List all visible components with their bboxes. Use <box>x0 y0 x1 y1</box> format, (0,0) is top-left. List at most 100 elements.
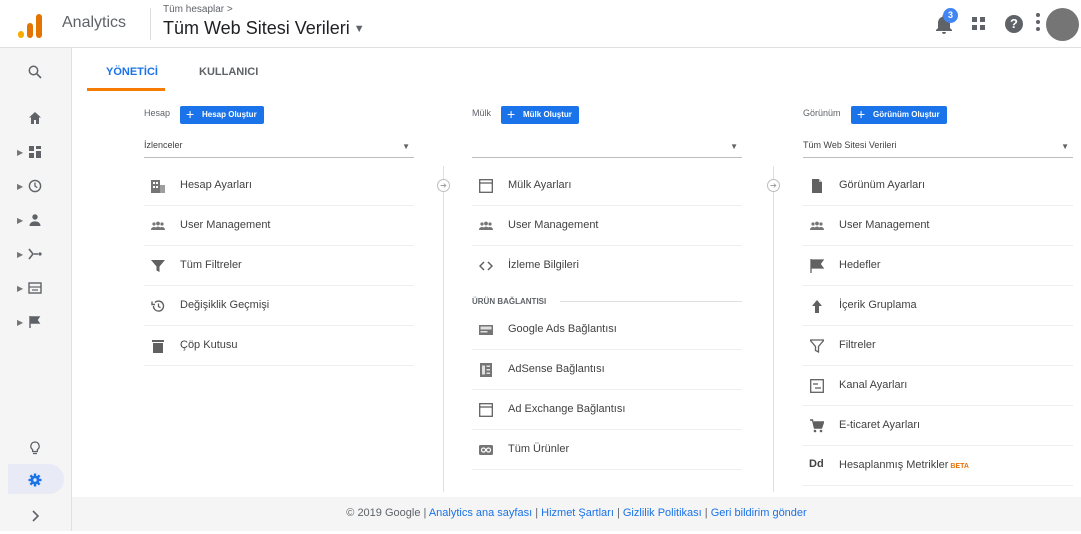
menu-item-view-settings[interactable]: Görünüm Ayarları <box>803 166 1073 206</box>
menu-item-adsense-link[interactable]: AdSense Bağlantısı <box>472 350 742 390</box>
chevron-right-icon <box>32 510 40 522</box>
menu-item-label: Google Ads Bağlantısı <box>508 323 617 335</box>
menu-item-account-settings[interactable]: Hesap Ayarları <box>144 166 414 206</box>
breadcrumb[interactable]: Tüm hesaplar > <box>163 4 233 15</box>
arrow-right-icon: ➔ <box>767 179 780 192</box>
footer-link-feedback[interactable]: Geri bildirim gönder <box>711 507 807 519</box>
caret-down-icon: ▼ <box>1061 142 1069 151</box>
more-vert-icon[interactable] <box>1036 13 1040 35</box>
property-selector[interactable]: Tüm Web Sitesi Verileri ▼ <box>163 18 365 39</box>
analytics-logo[interactable] <box>18 12 46 38</box>
create-property-label: Mülk Oluştur <box>523 110 572 119</box>
menu-item-change-history[interactable]: Değişiklik Geçmişi <box>144 286 414 326</box>
menu-item-content-grouping[interactable]: İçerik Gruplama <box>803 286 1073 326</box>
menu-item-label: Mülk Ayarları <box>508 179 572 191</box>
menu-item-calculated-metrics[interactable]: Dd Hesaplanmış Metrikler BETA <box>803 446 1073 486</box>
tab-user[interactable]: KULLANICI <box>199 66 258 78</box>
lightbulb-icon <box>30 441 40 455</box>
column-divider <box>443 166 444 492</box>
account-select[interactable]: İzlenceler ▼ <box>144 136 414 158</box>
menu-item-trash[interactable]: Çöp Kutusu <box>144 326 414 366</box>
people-icon <box>810 221 824 230</box>
help-icon[interactable]: ? <box>1005 15 1023 33</box>
person-icon <box>29 214 41 226</box>
menu-item-ecommerce-settings[interactable]: E-ticaret Ayarları <box>803 406 1073 446</box>
tab-admin[interactable]: YÖNETİCİ <box>106 66 158 78</box>
behavior-icon <box>28 282 42 294</box>
menu-item-property-settings[interactable]: Mülk Ayarları <box>472 166 742 206</box>
footer: © 2019 Google | Analytics ana sayfası | … <box>72 497 1081 531</box>
property-name: Tüm Web Sitesi Verileri <box>163 18 350 38</box>
view-select-value: Tüm Web Sitesi Verileri <box>803 140 897 150</box>
flag-icon <box>29 316 41 328</box>
expand-arrow-icon: ▶ <box>17 148 24 157</box>
sidebar-item-acquisition[interactable]: ▶ <box>0 238 72 272</box>
menu-item-property-user-management[interactable]: User Management <box>472 206 742 246</box>
create-view-label: Görünüm Oluştur <box>873 110 940 119</box>
header-divider <box>150 8 151 40</box>
menu-item-goals[interactable]: Hedefler <box>803 246 1073 286</box>
clock-icon <box>28 179 42 193</box>
sidebar-item-behavior[interactable]: ▶ <box>0 272 72 306</box>
adsense-icon <box>480 363 492 377</box>
expand-arrow-icon: ▶ <box>17 182 24 191</box>
apps-grid-icon[interactable] <box>972 17 986 31</box>
menu-item-google-ads-link[interactable]: Google Ads Bağlantısı <box>472 310 742 350</box>
plus-icon: + <box>507 106 516 122</box>
menu-item-ad-exchange-link[interactable]: Ad Exchange Bağlantısı <box>472 390 742 430</box>
sidebar-collapse[interactable] <box>0 500 72 534</box>
sidebar-item-audience[interactable]: ▶ <box>0 204 72 238</box>
menu-item-filters[interactable]: Filtreler <box>803 326 1073 366</box>
sidebar-search[interactable] <box>0 56 72 90</box>
menu-item-label: Hesap Ayarları <box>180 179 252 191</box>
product-linking-label: ÜRÜN BAĞLANTISI <box>472 297 547 306</box>
footer-separator: | <box>704 507 708 519</box>
history-icon <box>151 300 165 312</box>
property-heading: Mülk <box>472 108 492 118</box>
menu-item-label: E-ticaret Ayarları <box>839 419 921 431</box>
menu-item-view-user-management[interactable]: User Management <box>803 206 1073 246</box>
create-account-button[interactable]: + Hesap Oluştur <box>180 106 264 124</box>
window-icon <box>479 179 493 193</box>
sidebar-item-realtime[interactable]: ▶ <box>0 170 72 204</box>
footer-text: © 2019 Google | Analytics ana sayfası | … <box>72 507 1081 519</box>
footer-link-terms[interactable]: Hizmet Şartları <box>541 507 614 519</box>
menu-item-label: Görünüm Ayarları <box>839 179 926 191</box>
code-icon <box>479 261 493 271</box>
menu-item-label: Filtreler <box>839 339 876 351</box>
sidebar-item-discover[interactable] <box>0 432 72 466</box>
people-icon <box>151 221 165 230</box>
footer-link-privacy[interactable]: Gizlilik Politikası <box>623 507 702 519</box>
sidebar-item-home[interactable] <box>0 102 72 136</box>
menu-item-label: User Management <box>839 219 930 231</box>
copyright: © 2019 Google | <box>346 507 427 519</box>
home-icon <box>29 112 41 124</box>
gear-icon <box>28 473 42 487</box>
create-property-button[interactable]: + Mülk Oluştur <box>501 106 579 124</box>
filter-icon <box>810 339 824 353</box>
sidebar-item-customization[interactable]: ▶ <box>0 136 72 170</box>
menu-item-all-products[interactable]: Tüm Ürünler <box>472 430 742 470</box>
create-view-button[interactable]: + Görünüm Oluştur <box>851 106 947 124</box>
tab-active-indicator <box>87 88 165 91</box>
menu-item-account-user-management[interactable]: User Management <box>144 206 414 246</box>
footer-link-analytics-home[interactable]: Analytics ana sayfası <box>429 507 532 519</box>
menu-item-label: Hesaplanmış Metrikler <box>839 459 949 471</box>
section-divider <box>560 301 742 302</box>
property-select[interactable]: ▼ <box>472 136 742 158</box>
menu-item-label: AdSense Bağlantısı <box>508 363 605 375</box>
menu-item-all-filters[interactable]: Tüm Filtreler <box>144 246 414 286</box>
menu-item-label-wrap: Hesaplanmış Metrikler BETA <box>839 459 969 471</box>
menu-item-channel-settings[interactable]: Kanal Ayarları <box>803 366 1073 406</box>
menu-item-label: Hedefler <box>839 259 881 271</box>
expand-arrow-icon: ▶ <box>17 284 24 293</box>
app-name: Analytics <box>62 14 127 31</box>
menu-item-label: İzleme Bilgileri <box>508 259 579 271</box>
sidebar-item-admin[interactable] <box>0 464 72 498</box>
menu-item-tracking-info[interactable]: İzleme Bilgileri <box>472 246 742 286</box>
footer-separator: | <box>535 507 539 519</box>
search-icon <box>28 65 42 79</box>
sidebar-item-conversions[interactable]: ▶ <box>0 306 72 340</box>
view-select[interactable]: Tüm Web Sitesi Verileri ▼ <box>803 136 1073 158</box>
avatar[interactable] <box>1046 8 1079 41</box>
